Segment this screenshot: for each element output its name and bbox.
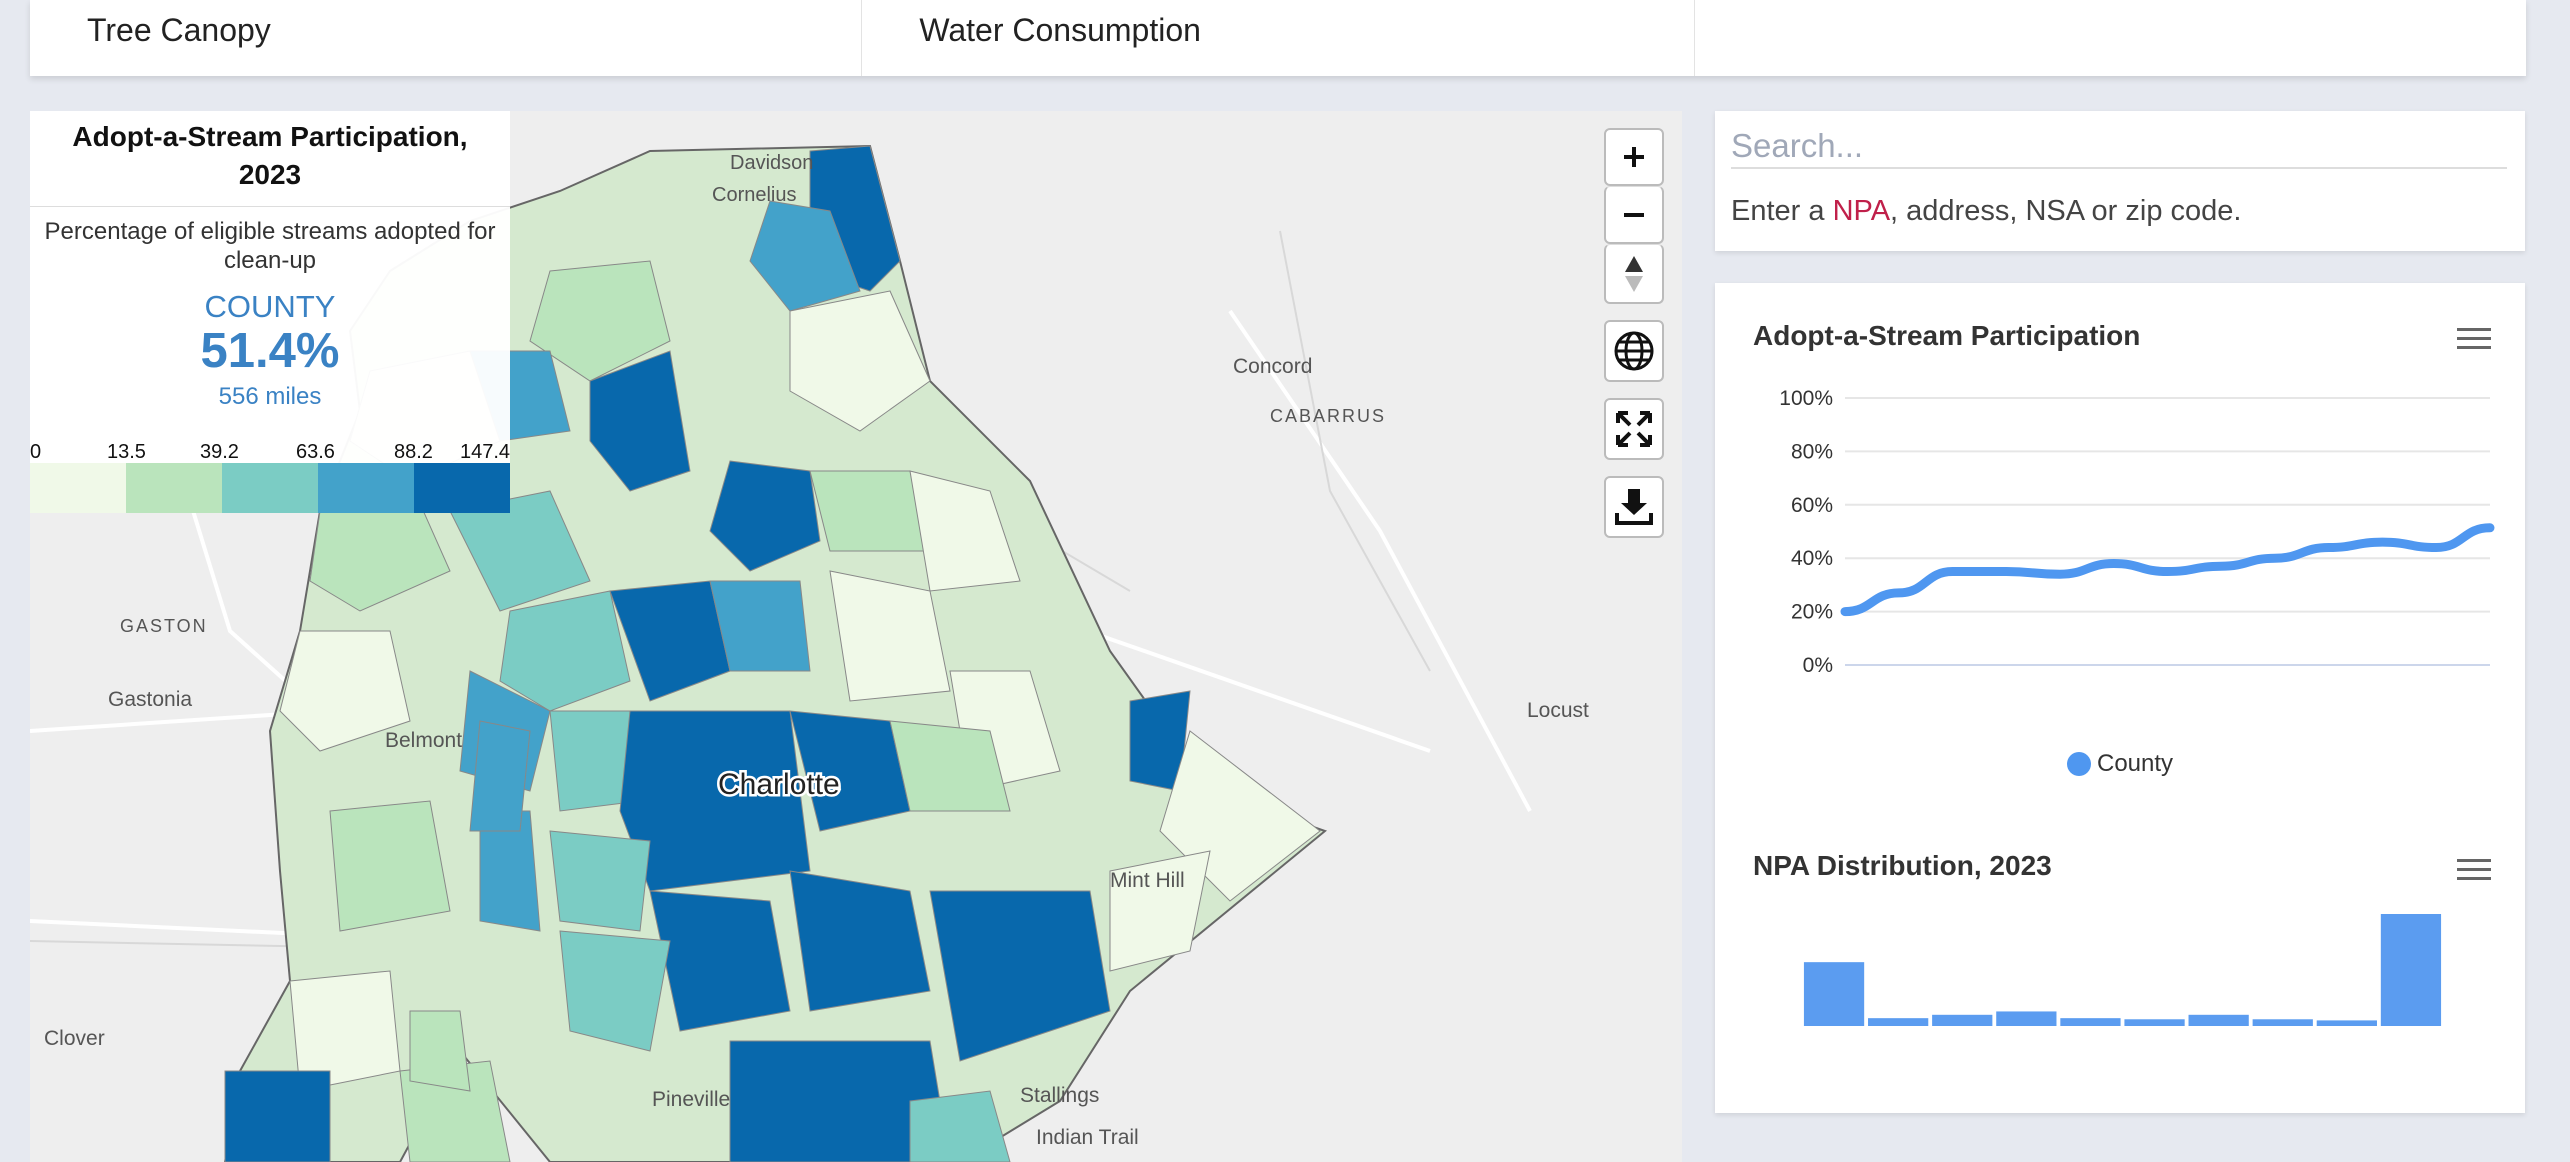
place-cornelius: Cornelius (712, 184, 796, 206)
download-icon (1615, 489, 1653, 525)
line-chart-menu-icon[interactable] (2457, 328, 2491, 354)
place-locust: Locust (1527, 699, 1589, 722)
y-tick-label: 100% (1779, 387, 1833, 410)
y-tick-label: 40% (1791, 547, 1833, 570)
globe-icon (1614, 331, 1654, 371)
bar-chart-title: NPA Distribution, 2023 (1753, 850, 2052, 881)
legend-swatch (126, 463, 222, 513)
legend-label: County (2097, 750, 2174, 777)
legend-tick: 63.6 (296, 441, 335, 463)
place-gaston: GASTON (120, 616, 208, 636)
line-chart: 0%20%40%60%80%100%2011201320152017201920… (1779, 387, 2495, 677)
legend-title: Adopt-a-Stream Participation, 2023 (72, 121, 468, 190)
line-chart-title: Adopt-a-Stream Participation (1753, 320, 2141, 351)
y-tick-label: 60% (1791, 494, 1833, 517)
chart-panel: Adopt-a-Stream Participation 0% 20% 40% 60%… (1715, 283, 2525, 1113)
bar[interactable] (2188, 1014, 2249, 1026)
line-chart-legend[interactable]: County (2067, 750, 2173, 778)
search-hint: Enter a NPA, address, NSA or zip code. (1731, 195, 2242, 227)
search-panel: Enter a NPA, address, NSA or zip code. (1715, 111, 2525, 251)
bar[interactable] (2060, 1018, 2121, 1026)
series-line-county[interactable] (1840, 523, 2495, 617)
download-button[interactable] (1604, 476, 1664, 538)
minus-icon (1624, 212, 1644, 217)
fullscreen-button[interactable] (1604, 398, 1664, 460)
place-concord: Concord (1233, 355, 1312, 378)
expand-icon (1616, 411, 1652, 447)
legend-swatch (318, 463, 414, 513)
bar[interactable] (2380, 914, 2442, 1026)
globe-button[interactable] (1604, 320, 1664, 382)
y-tick-label: 80% (1791, 440, 1833, 463)
tab-empty[interactable] (1695, 0, 2526, 76)
place-indian-trail: Indian Trail (1036, 1126, 1139, 1149)
zoom-in-button[interactable] (1604, 128, 1664, 186)
place-cabarrus: CABARRUS (1270, 406, 1386, 426)
bar-chart (1803, 914, 2442, 1026)
compass-icon (1625, 255, 1643, 292)
place-gastonia: Gastonia (108, 688, 192, 711)
county-label: COUNTY (204, 289, 336, 324)
search-input[interactable] (1731, 125, 2507, 169)
place-stallings: Stallings (1020, 1084, 1099, 1107)
bar[interactable] (1803, 962, 1865, 1026)
bar[interactable] (1932, 1014, 1993, 1026)
legend-swatch (222, 463, 318, 513)
legend-tick: 13.5 (107, 441, 146, 463)
map-legend: Adopt-a-Stream Participation, 2023 Perce… (30, 111, 510, 513)
y-tick-label: 20% (1791, 601, 1833, 624)
bar[interactable] (2124, 1019, 2185, 1026)
legend-tick: 0 (30, 441, 42, 463)
legend-color-scale (30, 463, 510, 513)
plus-icon (1624, 147, 1644, 167)
place-mint-hill: Mint Hill (1110, 869, 1185, 892)
tab-bar: Tree Canopy Water Consumption (30, 0, 2526, 76)
tab-tree-canopy[interactable]: Tree Canopy (30, 0, 863, 76)
place-belmont: Belmont (385, 729, 462, 752)
legend-marker (2067, 752, 2091, 776)
legend-tick: 88.2 (394, 441, 433, 463)
county-miles: 556 miles (218, 383, 322, 410)
bar[interactable] (2316, 1020, 2377, 1026)
county-value: 51.4% (200, 324, 340, 378)
place-pineville: Pineville (652, 1088, 730, 1111)
tab-water-consumption[interactable]: Water Consumption (862, 0, 1695, 76)
legend-swatch (30, 463, 126, 513)
legend-tick: 39.2 (200, 441, 239, 463)
legend-description: Percentage of eligible streams adopted f… (44, 218, 496, 274)
bar[interactable] (1868, 1018, 1929, 1026)
npa-link[interactable]: NPA (1833, 195, 1890, 227)
bar-chart-menu-icon[interactable] (2457, 859, 2491, 885)
bar[interactable] (1996, 1011, 2057, 1026)
zoom-out-button[interactable] (1604, 186, 1664, 244)
legend-swatch (414, 463, 510, 513)
y-tick-label: 0% (1803, 654, 1833, 677)
bar[interactable] (2252, 1019, 2313, 1026)
place-davidson: Davidson (730, 152, 813, 174)
legend-tick: 147.4 (460, 441, 511, 463)
reset-north-button[interactable] (1604, 244, 1664, 304)
place-charlotte: Charlotte (718, 768, 840, 801)
place-clover: Clover (44, 1027, 105, 1050)
